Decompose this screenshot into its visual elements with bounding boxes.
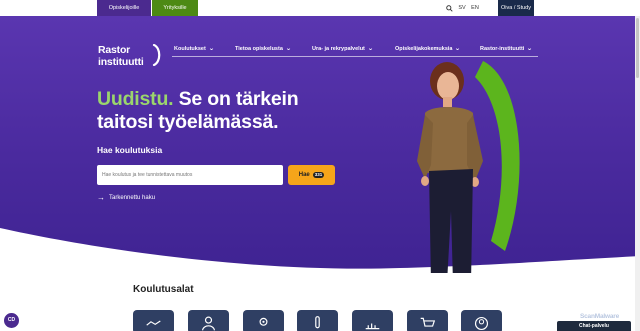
fields-title: Koulutusalat <box>133 284 194 295</box>
nav-item-label: Koulutukset <box>174 46 206 52</box>
chevron-down-icon: ⌄ <box>285 46 292 52</box>
nav-item-opiskelijakokemuksia[interactable]: Opiskelijakokemuksia ⌄ <box>395 45 461 52</box>
nav-item-ura-ja-rekrypalvelut[interactable]: Ura- ja rekrypalvelut ⌄ <box>312 45 373 52</box>
language-sv-link[interactable]: SV <box>456 0 468 16</box>
nav-item-label: Opiskelijakokemuksia <box>395 46 453 52</box>
field-tile-3[interactable] <box>243 310 284 331</box>
result-count-badge: 331 <box>312 172 325 178</box>
search-button[interactable]: Hae 331 <box>288 165 335 185</box>
chart-icon <box>365 323 380 330</box>
person-icon <box>201 316 216 331</box>
chat-service-tab[interactable]: Chat-palvelu <box>557 321 631 331</box>
nav-item-label: Rastor-instituutti <box>480 46 525 52</box>
logo-line-2: instituutti <box>98 56 144 68</box>
logo-line-1: Rastor <box>98 44 131 56</box>
advanced-search-link[interactable]: → Tarkennettu haku <box>97 193 155 203</box>
field-tile-5[interactable] <box>352 310 393 331</box>
field-tiles <box>133 310 503 331</box>
search-label: Hae koulutuksia <box>97 145 163 155</box>
gear-head-icon <box>259 317 268 326</box>
field-tile-2[interactable] <box>188 310 229 331</box>
logo-mark-icon <box>152 44 161 66</box>
nav-item-label: Tietoa opiskelusta <box>235 46 283 52</box>
logo[interactable]: Rastor instituutti <box>98 32 168 68</box>
field-tile-4[interactable] <box>297 310 338 331</box>
hero-headline: Uudistu. Se on tärkein taitosi työelämäs… <box>97 88 337 134</box>
tab-companies[interactable]: Yrityksille <box>152 0 198 16</box>
arrow-right-icon: → <box>97 193 105 202</box>
field-tile-7[interactable] <box>461 310 502 331</box>
nav-item-label: Ura- ja rekrypalvelut <box>312 46 365 52</box>
field-tile-6[interactable] <box>407 310 448 331</box>
accessibility-badge[interactable]: CD <box>4 313 19 328</box>
chevron-down-icon: ⌄ <box>454 46 462 52</box>
course-search-input[interactable] <box>97 165 283 185</box>
top-utility-bar: Opiskelijoille Yrityksille SV EN Oiva / … <box>0 0 640 16</box>
language-en-link[interactable]: EN <box>469 0 481 16</box>
scrollbar[interactable] <box>635 16 640 331</box>
handshake-icon <box>146 320 161 326</box>
user-circle-icon <box>474 316 489 331</box>
portal-button[interactable]: Oiva / Study <box>498 0 534 16</box>
nav-item-rastor-instituutti[interactable]: Rastor-instituutti ⌄ <box>480 45 533 52</box>
field-tile-1[interactable] <box>133 310 174 331</box>
chevron-down-icon: ⌄ <box>208 46 215 52</box>
scrollbar-thumb[interactable] <box>636 18 639 78</box>
search-button-label: Hae <box>298 172 310 178</box>
chevron-down-icon: ⌄ <box>367 46 374 52</box>
hero-person-image <box>417 61 520 273</box>
thermometer-icon <box>315 316 320 329</box>
scanmalware-watermark: ScanMalware <box>580 313 619 320</box>
cart-icon <box>420 317 436 327</box>
nav-item-tietoa-opiskelusta[interactable]: Tietoa opiskelusta ⌄ <box>235 45 291 52</box>
tab-students[interactable]: Opiskelijoille <box>97 0 151 16</box>
chevron-down-icon: ⌄ <box>526 46 533 52</box>
advanced-search-label: Tarkennettu haku <box>109 195 156 201</box>
headline-accent: Uudistu. <box>97 88 174 110</box>
search-icon[interactable] <box>444 0 454 16</box>
hero-section: Rastor instituutti Koulutukset ⌄ Tietoa o… <box>0 16 640 273</box>
nav-item-koulutukset[interactable]: Koulutukset ⌄ <box>174 45 214 52</box>
main-nav: Koulutukset ⌄ Tietoa opiskelusta ⌄ Ura- ja… <box>172 45 538 57</box>
